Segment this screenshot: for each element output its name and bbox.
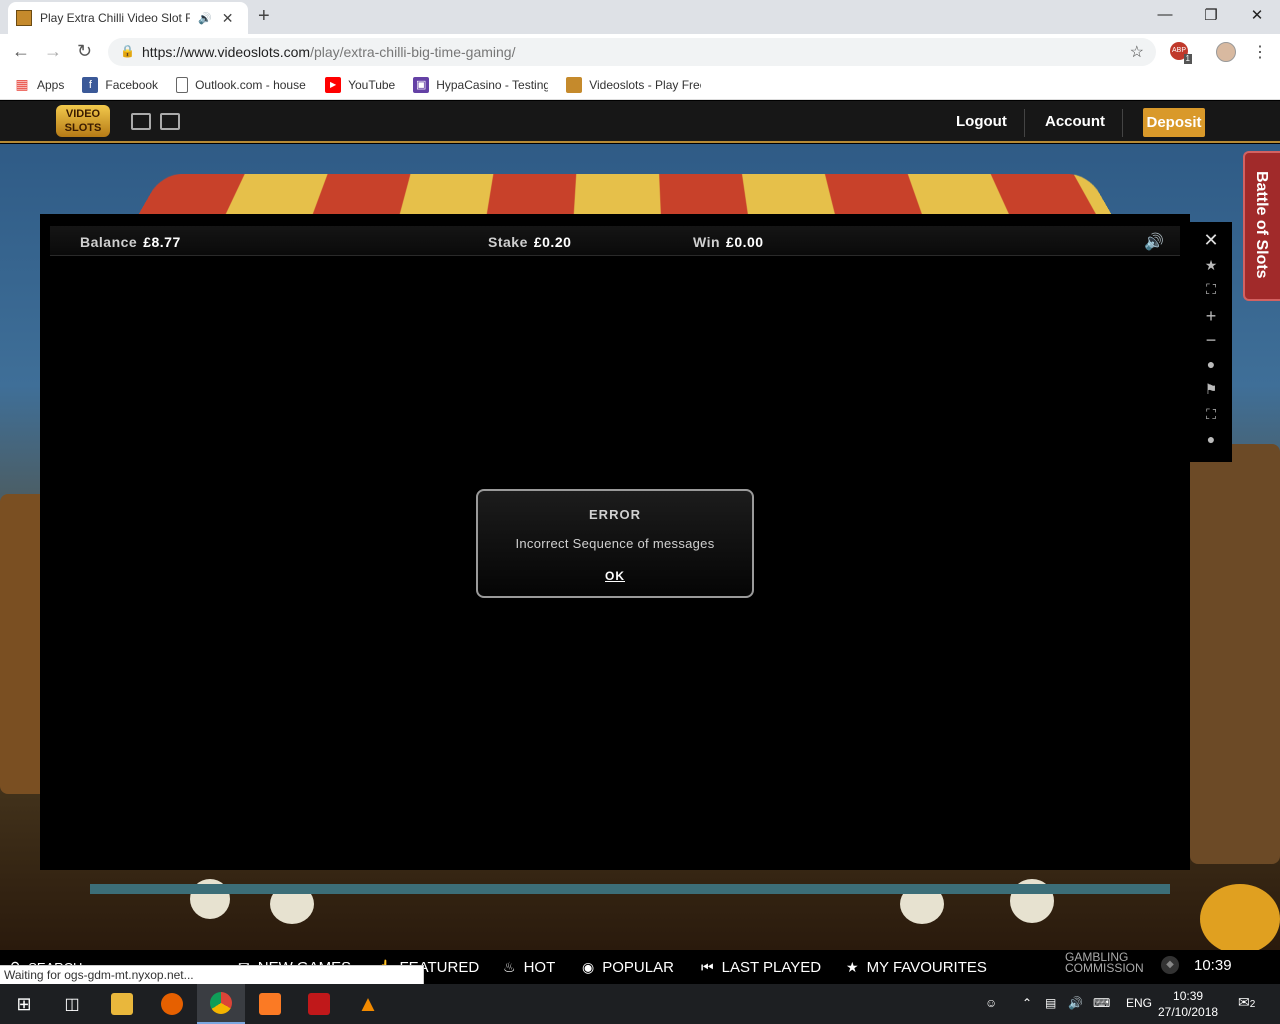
split-view-icon[interactable] — [160, 113, 180, 130]
notification-center-icon[interactable]: ✉2 — [1238, 994, 1255, 1011]
logout-link[interactable]: Logout — [956, 113, 1007, 130]
reload-icon[interactable]: ↻ — [77, 41, 92, 62]
lock-icon: 🔒 — [120, 44, 135, 58]
browser-tab-strip: Play Extra Chilli Video Slot Fr 🔊 ✕ + — … — [0, 0, 1280, 34]
twitch-icon: ▣ — [413, 76, 430, 93]
tab-title: Play Extra Chilli Video Slot Fr — [40, 11, 190, 25]
videoslots-icon — [566, 76, 583, 93]
system-clock[interactable]: 10:39 27/10/2018 — [1158, 988, 1218, 1020]
zoom-in-icon[interactable]: + — [1201, 306, 1221, 327]
xampp-icon[interactable] — [246, 984, 294, 1024]
firefox-icon[interactable] — [148, 984, 196, 1024]
volume-icon[interactable]: 🔊 — [1068, 996, 1083, 1010]
browser-status-bar: Waiting for ogs-gdm-mt.nyxop.net... — [0, 965, 424, 985]
header-divider — [1024, 109, 1025, 137]
site-header: VIDEO SLOTS Logout Account Deposit — [0, 101, 1280, 143]
fullscreen-icon[interactable]: ⛶ — [1201, 281, 1221, 298]
popular-bubble-icon: ◉ — [582, 959, 595, 975]
deposit-button[interactable]: Deposit — [1143, 108, 1205, 137]
close-game-icon[interactable]: ✕ — [1201, 230, 1221, 251]
single-view-icon[interactable] — [131, 113, 151, 130]
gambling-commission-logo[interactable]: GAMBLING COMMISSION — [1065, 951, 1144, 974]
popular-nav[interactable]: ◉ POPULAR — [582, 959, 674, 976]
tab-audio-icon[interactable]: 🔊 — [198, 12, 212, 25]
my-favourites-nav[interactable]: ★ MY FAVOURITES — [846, 959, 987, 976]
sound-icon[interactable]: 🔊 — [1144, 232, 1164, 252]
tab-close-icon[interactable]: ✕ — [222, 10, 234, 27]
notification-bell-icon[interactable]: ◆ — [1161, 956, 1179, 974]
bookmark-star-icon[interactable]: ☆ — [1130, 42, 1144, 62]
language-indicator[interactable]: ENG — [1126, 996, 1152, 1010]
flame-icon: ♨ — [503, 959, 516, 975]
favourite-star-icon[interactable]: ★ — [1201, 257, 1221, 274]
rewind-icon: ⏮ — [701, 959, 714, 975]
browser-tab[interactable]: Play Extra Chilli Video Slot Fr 🔊 ✕ — [8, 2, 248, 34]
window-close-icon[interactable]: ✕ — [1234, 6, 1280, 24]
keyboard-icon[interactable]: ⌨ — [1093, 996, 1110, 1010]
bookmarks-bar: ▦ Apps f Facebook Outlook.com - house ▶ You… — [0, 70, 1280, 100]
tray-chevron-icon[interactable]: ⌃ — [1022, 996, 1032, 1010]
pepper — [1200, 884, 1280, 950]
game-info-bar: Balance £8.77 Stake £0.20 Win £0.00 🔊 — [50, 226, 1180, 256]
market-shelf — [90, 884, 1170, 894]
error-message: Incorrect Sequence of messages — [515, 536, 715, 551]
browser-menu-icon[interactable]: ⋮ — [1252, 42, 1268, 62]
bookmark-videoslots[interactable]: Videoslots - Play Free — [566, 76, 701, 93]
trophy-icon[interactable]: ⛶ — [1201, 406, 1221, 423]
new-tab-button[interactable]: + — [258, 5, 270, 28]
restore-icon[interactable]: ❐ — [1188, 6, 1234, 24]
bookmark-facebook[interactable]: f Facebook — [82, 76, 158, 93]
account-link[interactable]: Account — [1045, 113, 1105, 130]
chat-bubble-icon[interactable]: ● — [1201, 431, 1221, 447]
error-ok-button[interactable]: OK — [605, 569, 625, 583]
address-bar[interactable]: 🔒 https://www.videoslots.com/play/extra-… — [108, 38, 1156, 66]
browser-toolbar: ← → ↻ 🔒 https://www.videoslots.com/play/… — [0, 34, 1280, 70]
apps-grid-icon: ▦ — [15, 76, 29, 92]
network-icon[interactable]: ▤ — [1045, 996, 1056, 1010]
minimize-icon[interactable]: — — [1142, 6, 1188, 23]
url-text: https://www.videoslots.com/play/extra-ch… — [142, 44, 516, 60]
hot-nav[interactable]: ♨ HOT — [503, 959, 555, 976]
header-divider — [1122, 109, 1123, 137]
profile-avatar[interactable] — [1216, 42, 1236, 62]
forward-arrow-icon[interactable]: → — [44, 41, 62, 62]
vlc-icon[interactable]: ▲ — [344, 984, 392, 1024]
site-clock: 10:39 — [1194, 957, 1232, 974]
chrome-icon[interactable] — [197, 984, 245, 1024]
task-view-icon[interactable]: ◫ — [48, 984, 96, 1024]
site-favicon-icon — [16, 10, 32, 26]
people-icon[interactable]: ☺ — [985, 996, 997, 1010]
chip-icon[interactable]: ● — [1201, 356, 1221, 372]
back-arrow-icon[interactable]: ← — [12, 41, 30, 62]
game-side-toolbar: ✕ ★ ⛶ + − ● ⚑ ⛶ ● — [1190, 222, 1232, 462]
market-awning — [137, 173, 1113, 217]
windows-start-icon[interactable]: ⊞ — [0, 984, 48, 1024]
bookmark-outlook[interactable]: Outlook.com - house — [176, 76, 307, 93]
facebook-icon: f — [82, 76, 99, 93]
last-played-nav[interactable]: ⏮ LAST PLAYED — [701, 959, 821, 976]
bookmark-hypacasino[interactable]: ▣ HypaCasino - Testing — [413, 76, 548, 93]
race-flags-icon[interactable]: ⚑ — [1201, 381, 1221, 398]
file-explorer-icon[interactable] — [98, 984, 146, 1024]
error-title: ERROR — [589, 507, 641, 522]
balance-display: Balance £8.77 — [80, 234, 181, 250]
videoslots-logo[interactable]: VIDEO SLOTS — [56, 105, 110, 137]
red-app-icon[interactable] — [295, 984, 343, 1024]
windows-taskbar: ⊞ ◫ ▲ ☺ ⌃ ▤ 🔊 ⌨ ENG 10:39 27/10/2018 ✉2 — [0, 984, 1280, 1024]
page-icon — [176, 76, 189, 93]
adblock-extension-icon[interactable]: ABP 1 — [1170, 42, 1192, 64]
zoom-out-icon[interactable]: − — [1201, 330, 1221, 351]
star-icon: ★ — [846, 959, 859, 975]
error-dialog: ERROR Incorrect Sequence of messages OK — [476, 489, 754, 598]
stake-display: Stake £0.20 — [488, 234, 572, 250]
right-stall — [1190, 444, 1280, 864]
bookmark-youtube[interactable]: ▶ YouTube — [325, 76, 395, 93]
youtube-icon: ▶ — [325, 76, 342, 93]
battle-of-slots-tab[interactable]: Battle of Slots — [1243, 151, 1280, 301]
bookmark-apps[interactable]: ▦ Apps — [14, 76, 64, 93]
win-display: Win £0.00 — [693, 234, 764, 250]
